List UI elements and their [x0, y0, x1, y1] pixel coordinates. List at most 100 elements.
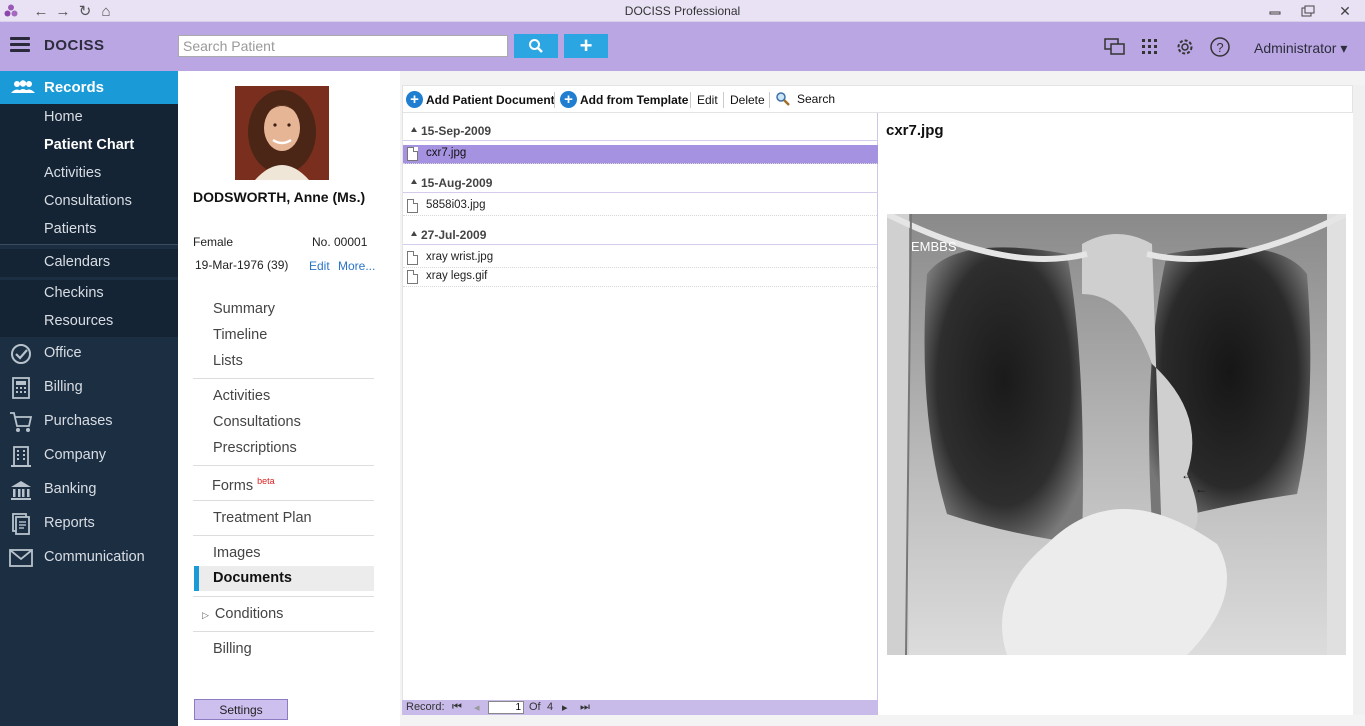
- nav-treatment-plan[interactable]: Treatment Plan: [213, 510, 312, 526]
- document-row[interactable]: xray legs.gif: [403, 268, 879, 287]
- nav-summary[interactable]: Summary: [213, 301, 275, 317]
- add-from-template-button[interactable]: + Add from Template: [560, 91, 688, 108]
- document-row[interactable]: cxr7.jpg: [403, 145, 879, 164]
- pager-of-label: Of: [529, 701, 541, 713]
- first-record-icon[interactable]: ⏮: [452, 701, 462, 714]
- sidebar-item-company[interactable]: Company: [0, 439, 178, 473]
- bank-icon: [9, 479, 33, 501]
- users-icon: [10, 80, 36, 97]
- chat-icon[interactable]: [1104, 36, 1126, 58]
- file-icon: [407, 199, 418, 213]
- svg-text:←: ←: [1181, 468, 1193, 482]
- sidebar-item-records[interactable]: Records: [0, 71, 178, 104]
- toolbar-separator: [769, 92, 770, 108]
- apps-grid-icon[interactable]: [1139, 36, 1161, 58]
- document-group-header[interactable]: 27-Jul-2009: [403, 225, 879, 245]
- patient-gender: Female: [193, 235, 234, 249]
- user-menu[interactable]: Administrator ▾: [1254, 40, 1347, 57]
- nav-divider: [193, 378, 374, 379]
- nav-conditions[interactable]: ▷ Conditions: [202, 606, 283, 622]
- sidebar-item-checkins[interactable]: Checkins: [0, 280, 178, 308]
- sidebar-item-banking[interactable]: Banking: [0, 473, 178, 507]
- record-pager: Record: ⏮ ◂ Of 4 ▸ ⏭: [402, 700, 878, 715]
- sidebar-item-consultations[interactable]: Consultations: [0, 188, 178, 216]
- sidebar-item-communication[interactable]: Communication: [0, 541, 178, 575]
- nav-forms[interactable]: Forms beta: [212, 476, 275, 494]
- nav-images[interactable]: Images: [213, 545, 261, 561]
- close-button[interactable]: ✕: [1330, 1, 1360, 21]
- edit-patient-link[interactable]: Edit: [309, 259, 330, 273]
- minimize-button[interactable]: [1260, 1, 1290, 21]
- help-icon[interactable]: ?: [1209, 36, 1231, 58]
- document-row[interactable]: 5858i03.jpg: [403, 197, 879, 216]
- nav-activities[interactable]: Activities: [213, 388, 270, 404]
- sidebar-item-activities[interactable]: Activities: [0, 160, 178, 188]
- nav-divider: [193, 535, 374, 536]
- collapse-triangle-icon: [411, 179, 417, 184]
- sidebar-item-home[interactable]: Home: [0, 104, 178, 132]
- document-group-header[interactable]: 15-Sep-2009: [403, 121, 879, 141]
- nav-divider: [193, 631, 374, 632]
- next-record-icon[interactable]: ▸: [562, 701, 568, 714]
- delete-button[interactable]: Delete: [730, 93, 765, 107]
- search-patient-input[interactable]: [178, 35, 508, 57]
- cart-icon: [9, 411, 33, 433]
- prev-record-icon[interactable]: ◂: [474, 701, 480, 714]
- search-icon: [529, 39, 543, 53]
- patient-dob: 19-Mar-1976 (39): [195, 258, 289, 272]
- sidebar-item-office[interactable]: Office: [0, 337, 178, 371]
- more-patient-link[interactable]: More...: [338, 259, 375, 273]
- document-group-header[interactable]: 15-Aug-2009: [403, 173, 879, 193]
- nav-billing[interactable]: Billing: [213, 641, 252, 657]
- sidebar-item-patients[interactable]: Patients: [0, 216, 178, 244]
- settings-button[interactable]: Settings: [194, 699, 288, 720]
- toolbar-separator: [723, 92, 724, 108]
- nav-timeline[interactable]: Timeline: [213, 327, 267, 343]
- search-icon: [776, 92, 790, 106]
- nav-divider: [193, 465, 374, 466]
- preview-filename: cxr7.jpg: [886, 122, 944, 139]
- calculator-icon: [9, 377, 33, 399]
- sidebar-item-billing[interactable]: Billing: [0, 371, 178, 405]
- nav-prescriptions[interactable]: Prescriptions: [213, 440, 297, 456]
- sidebar-item-reports[interactable]: Reports: [0, 507, 178, 541]
- app-header: DOCISS + ? Administrator ▾: [0, 22, 1365, 71]
- svg-text:←: ←: [1195, 482, 1207, 496]
- nav-documents[interactable]: Documents: [194, 566, 374, 591]
- title-bar: ← → ↻ ⌂ DOCISS Professional ✕: [0, 0, 1365, 22]
- nav-lists[interactable]: Lists: [213, 353, 243, 369]
- last-record-icon[interactable]: ⏭: [580, 701, 590, 714]
- edit-button[interactable]: Edit: [697, 93, 718, 107]
- sidebar: Records Home Patient Chart Activities Co…: [0, 71, 178, 726]
- hamburger-menu-icon[interactable]: [10, 37, 30, 53]
- app-name: DOCISS: [44, 37, 105, 54]
- sidebar-divider: [0, 244, 178, 245]
- sidebar-item-resources[interactable]: Resources: [0, 308, 178, 337]
- xray-label: EMBBS: [911, 239, 957, 254]
- add-patient-document-button[interactable]: + Add Patient Document: [406, 91, 555, 108]
- gear-icon[interactable]: [1174, 36, 1196, 58]
- collapse-triangle-icon: [411, 127, 417, 132]
- sidebar-item-patient-chart[interactable]: Patient Chart: [0, 132, 178, 160]
- documents-toolbar: + Add Patient Document + Add from Template…: [402, 85, 1353, 113]
- toolbar-search-button[interactable]: Search: [775, 91, 835, 107]
- toolbar-separator: [554, 92, 555, 108]
- add-patient-button[interactable]: +: [564, 33, 608, 58]
- file-icon: [407, 147, 418, 161]
- search-button[interactable]: [514, 34, 558, 58]
- nav-documents-label: Documents: [213, 570, 292, 586]
- patient-panel: DODSWORTH, Anne (Ms.) Female No. 00001 1…: [178, 71, 400, 726]
- document-preview: cxr7.jpg ← ← EMBBS: [878, 113, 1353, 715]
- sidebar-item-calendars[interactable]: Calendars: [0, 249, 178, 277]
- add-circle-icon: +: [560, 91, 577, 108]
- sidebar-item-purchases[interactable]: Purchases: [0, 405, 178, 439]
- collapse-triangle-icon: [411, 231, 417, 236]
- window-title: DOCISS Professional: [624, 4, 741, 18]
- record-number-input[interactable]: [488, 701, 524, 714]
- restore-button[interactable]: [1293, 1, 1323, 21]
- document-row[interactable]: xray wrist.jpg: [403, 249, 879, 268]
- add-circle-icon: +: [406, 91, 423, 108]
- nav-forms-label: Forms: [212, 477, 254, 494]
- nav-consultations[interactable]: Consultations: [213, 414, 301, 430]
- vertical-scrollbar[interactable]: [1353, 85, 1365, 715]
